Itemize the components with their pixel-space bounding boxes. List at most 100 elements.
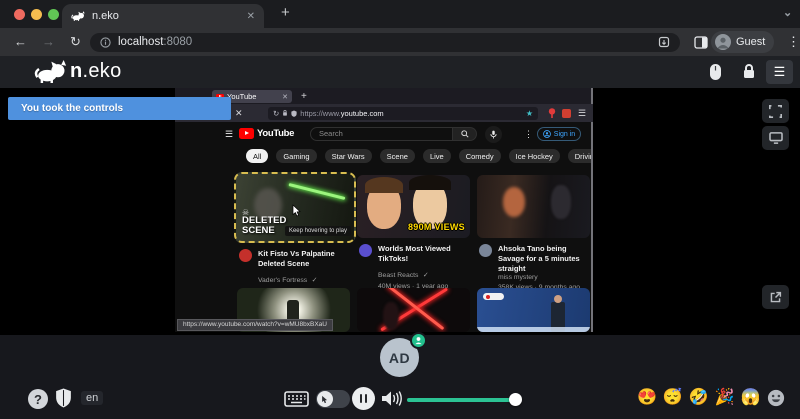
mac-zoom-button[interactable] — [48, 9, 59, 20]
video-thumbnail-3[interactable] — [477, 175, 590, 238]
video-title[interactable]: Kit Fisto Vs Palpatine Deleted Scene — [258, 249, 353, 269]
pause-button[interactable] — [352, 387, 375, 410]
pointer-icon — [321, 395, 329, 404]
chip-star-wars[interactable]: Star Wars — [325, 149, 372, 163]
fullscreen-button[interactable] — [762, 99, 789, 123]
yt-more-icon[interactable]: ⋮ — [524, 129, 533, 140]
remote-shield-icon[interactable] — [291, 110, 297, 117]
video-title[interactable]: Ahsoka Tano being Savage for a 5 minutes… — [498, 244, 591, 273]
neko-bottom-panel: AD ? en — [0, 335, 800, 419]
yt-play-icon — [239, 128, 254, 139]
implicit-control-toggle[interactable] — [316, 390, 350, 408]
remote-firefox-window[interactable]: YouTube ✕ + → ✕ ↻ https://www.youtube.co… — [175, 88, 593, 332]
extension-pin-icon[interactable] — [548, 108, 556, 118]
remote-url-bar[interactable]: ↻ https://www.youtube.com ★ — [268, 107, 538, 120]
neko-menu-button[interactable]: ☰ — [766, 60, 793, 84]
news-anchor-head — [554, 295, 562, 303]
bookmark-star-icon[interactable]: ★ — [526, 109, 533, 118]
chrome-menu-icon[interactable]: ⋮ — [787, 34, 800, 50]
thumbnail-hair-left — [365, 177, 403, 193]
tab-search-chevron-icon[interactable]: ⌄ — [783, 6, 792, 19]
remote-tab-close-icon[interactable]: ✕ — [282, 93, 288, 101]
chip-all[interactable]: All — [246, 149, 268, 163]
save-share-icon[interactable] — [658, 36, 670, 48]
volume-slider-track[interactable] — [407, 398, 517, 402]
lock-icon[interactable] — [742, 63, 756, 80]
emoji-rofl[interactable]: 🤣 — [689, 388, 709, 408]
pause-icon — [360, 394, 363, 403]
reload-button[interactable]: ↻ — [70, 34, 81, 50]
chip-ice-hockey[interactable]: Ice Hockey — [509, 149, 560, 163]
video-card-3[interactable]: Ahsoka Tano being Savage for a 5 minutes… — [479, 244, 591, 292]
neko-header: n.eko ☰ — [0, 56, 800, 88]
person-icon — [414, 336, 423, 345]
yt-chip-bar: All Gaming Star Wars Scene Live Comedy I… — [246, 149, 591, 163]
mac-minimize-button[interactable] — [31, 9, 42, 20]
remote-video-area[interactable]: You took the controls YouTube ✕ + → ✕ ↻ — [0, 88, 800, 335]
yt-signin-button[interactable]: Sign in — [537, 127, 581, 141]
remote-lock-icon — [282, 109, 288, 117]
address-bar[interactable]: localhost:8080 — [90, 33, 680, 52]
site-info-icon[interactable] — [100, 37, 111, 48]
monitor-icon — [769, 132, 783, 144]
yt-logo[interactable]: YouTube — [239, 128, 294, 139]
chip-comedy[interactable]: Comedy — [459, 149, 501, 163]
emoji-heart-eyes[interactable]: 😍 — [637, 388, 657, 408]
emoji-sleeping[interactable]: 😴 — [663, 388, 683, 408]
channel-avatar[interactable] — [479, 244, 492, 257]
remote-new-tab-icon[interactable]: + — [301, 91, 307, 102]
emoji-picker-icon[interactable] — [767, 389, 785, 407]
remote-url-text: https://www.youtube.com — [300, 109, 383, 118]
remote-stop-icon[interactable]: ✕ — [235, 108, 243, 119]
video-thumbnail-1[interactable]: ☠ DELETED SCENE Keep hovering to play — [234, 172, 356, 243]
screen-resolution-button[interactable] — [762, 126, 789, 150]
yt-search-button[interactable] — [453, 127, 477, 141]
emoji-scream[interactable]: 😱 — [741, 388, 761, 408]
channel-avatar[interactable] — [239, 249, 252, 262]
neko-cat-logo — [34, 60, 67, 83]
search-icon — [461, 130, 469, 138]
admin-shield-icon[interactable] — [55, 388, 72, 408]
volume-slider-knob[interactable] — [509, 393, 522, 406]
external-link-icon — [769, 291, 782, 304]
chip-scene[interactable]: Scene — [380, 149, 415, 163]
youtube-page[interactable]: ☰ YouTube Search ⋮ — [175, 122, 591, 332]
keyboard-icon[interactable] — [284, 391, 309, 407]
yt-search-input[interactable]: Search — [310, 127, 453, 141]
emoji-party-popper[interactable]: 🎉 — [715, 388, 735, 408]
person-icon — [543, 130, 551, 138]
chip-gaming[interactable]: Gaming — [276, 149, 316, 163]
about-button[interactable]: ? — [28, 389, 48, 409]
remote-menu-icon[interactable]: ☰ — [578, 108, 586, 119]
neko-cat-favicon — [71, 11, 85, 21]
browser-tab-neko[interactable]: n.eko ✕ — [62, 4, 264, 28]
video-thumbnail-2[interactable]: 890M VIEWS — [357, 175, 470, 238]
new-tab-button[interactable]: + — [281, 4, 290, 21]
yt-guide-icon[interactable]: ☰ — [225, 129, 233, 140]
video-card-2[interactable]: Worlds Most Viewed TikToks! Beast Reacts… — [359, 244, 473, 291]
mac-close-button[interactable] — [14, 9, 25, 20]
channel-name[interactable]: miss mystery — [498, 273, 591, 283]
remote-tab-title: YouTube — [227, 92, 279, 101]
channel-name[interactable]: Beast Reacts — [378, 272, 418, 279]
back-button[interactable]: ← — [14, 34, 27, 49]
popout-window-button[interactable] — [762, 285, 789, 309]
profile-button[interactable]: Guest — [711, 31, 774, 53]
video-thumbnail-6[interactable] — [477, 288, 590, 332]
adblock-badge-icon[interactable] — [562, 109, 571, 118]
tab-close-icon[interactable]: ✕ — [247, 11, 255, 22]
chip-driving[interactable]: Driving — [568, 149, 591, 163]
channel-avatar[interactable] — [359, 244, 372, 257]
video-title[interactable]: Worlds Most Viewed TikToks! — [378, 244, 473, 264]
remote-reload-icon[interactable]: ↻ — [273, 109, 279, 118]
yt-voice-search-button[interactable] — [485, 126, 502, 143]
mouse-control-icon[interactable] — [709, 63, 722, 81]
forward-button[interactable]: → — [42, 34, 55, 49]
side-panel-icon[interactable] — [694, 36, 708, 49]
channel-name[interactable]: Vader's Fortress — [258, 277, 307, 284]
video-thumbnail-5[interactable] — [357, 288, 470, 332]
tab-title: n.eko — [92, 10, 240, 22]
language-button[interactable]: en — [81, 391, 103, 405]
volume-icon[interactable] — [381, 389, 402, 408]
chip-live[interactable]: Live — [423, 149, 451, 163]
